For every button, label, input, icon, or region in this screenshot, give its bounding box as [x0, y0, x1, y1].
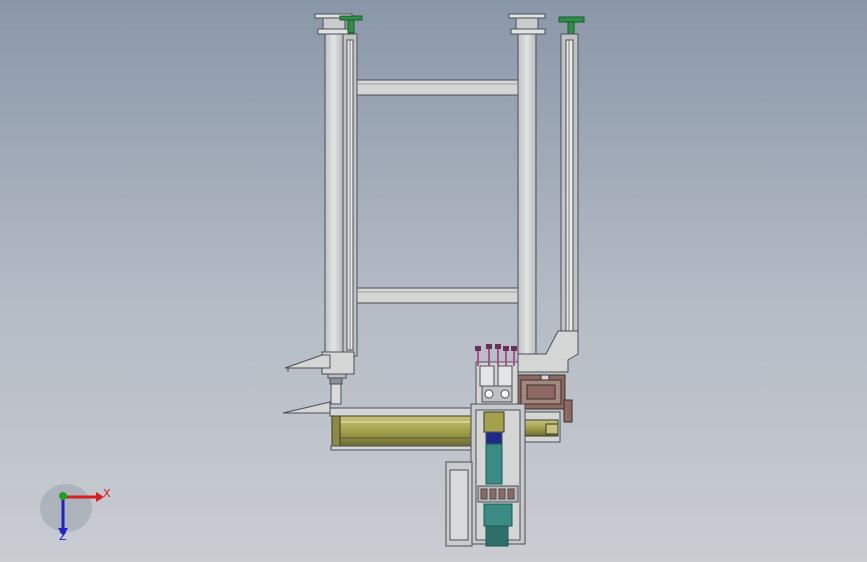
upper-crossbar: [356, 79, 519, 96]
x-axis-label: X: [103, 487, 111, 500]
z-axis-label: Z: [59, 530, 67, 543]
cad-viewport[interactable]: X Z: [0, 0, 867, 562]
left-column: [324, 33, 358, 357]
lower-left-ramp: [282, 401, 331, 414]
linear-actuator: [329, 407, 476, 451]
gripper-cluster: [475, 361, 519, 407]
top-right-leveling-foot-icon: [558, 16, 585, 35]
lower-base-block: [445, 461, 473, 547]
lower-crossbar: [356, 287, 519, 304]
coordinate-triad: [40, 484, 104, 536]
right-column: [517, 33, 579, 357]
top-right-foot: [508, 13, 546, 35]
vertical-slide-housing: [470, 403, 526, 547]
fitting-caps: [475, 344, 517, 351]
machine-assembly-drawing: [40, 13, 585, 547]
